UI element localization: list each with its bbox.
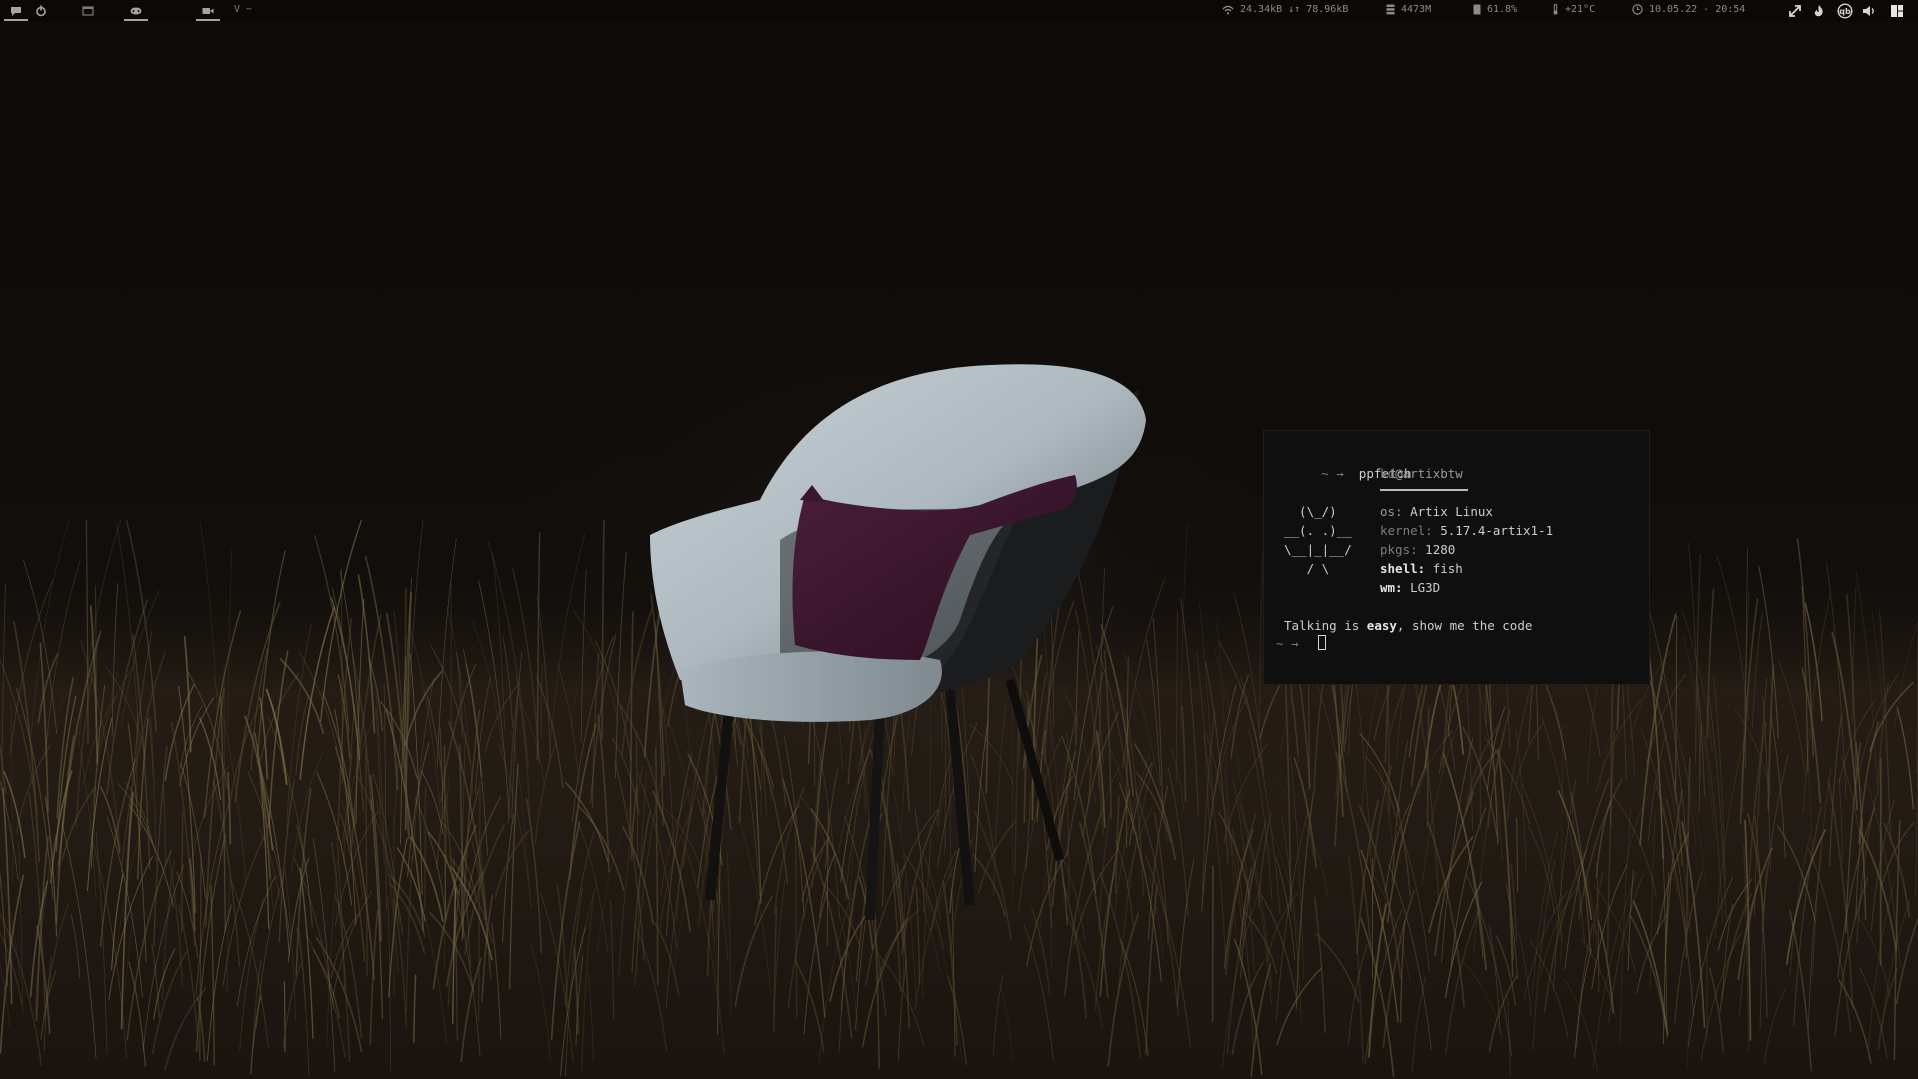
quote-emphasis: easy [1366, 618, 1397, 633]
workspace-active-indicator [124, 19, 148, 21]
clock-value: 10.05.22 - 20:54 [1649, 4, 1746, 15]
clock-icon [1632, 4, 1643, 15]
tray-flame[interactable] [1810, 2, 1828, 20]
wifi-icon [1222, 5, 1234, 14]
info-pkgs: pkgs: 1280 [1380, 540, 1455, 559]
info-key: pkgs: [1380, 542, 1418, 557]
prompt-line-2: ~ → [1276, 634, 1299, 653]
quote-pre: Talking is [1284, 618, 1367, 633]
info-value: fish [1432, 561, 1463, 576]
workspace-2[interactable] [30, 0, 52, 22]
game-icon [130, 7, 142, 15]
memory-widget[interactable]: 4473M [1386, 4, 1431, 15]
network-up: 78.96kB [1306, 4, 1349, 15]
quote-post: , show me the code [1396, 618, 1533, 633]
tray-qbittorrent[interactable]: qb [1836, 2, 1854, 20]
prompt-symbol: ~ → [1276, 636, 1299, 651]
ascii-line-2: __(. .)__ [1284, 523, 1352, 538]
info-value: Artix Linux [1410, 504, 1493, 519]
quote-line: Talking is easy, show me the code [1284, 616, 1532, 635]
info-key: os: [1380, 504, 1403, 519]
workspace-1[interactable] [4, 0, 28, 22]
prompt-symbol: ~ → [1321, 466, 1344, 481]
username: kd [1380, 466, 1396, 481]
info-wm: wm: LG3D [1380, 578, 1440, 597]
info-os: os: Artix Linux [1380, 502, 1493, 521]
tray-arrows[interactable] [1786, 2, 1804, 20]
disk-widget[interactable]: 61.8% [1473, 4, 1517, 15]
info-key: wm: [1380, 580, 1403, 595]
window-icon [82, 6, 94, 16]
disk-value: 61.8% [1487, 4, 1518, 15]
ascii-line-4: / \ [1284, 561, 1330, 576]
hostname: @artixbtw [1395, 466, 1463, 481]
workspace-4[interactable] [124, 0, 148, 22]
workspace-3[interactable] [78, 0, 98, 22]
arrows-icon [1789, 5, 1801, 17]
wallpaper-chair [650, 364, 1146, 920]
info-value: 1280 [1425, 542, 1456, 557]
disk-icon [1473, 4, 1481, 15]
temperature-widget[interactable]: +21°C [1552, 4, 1595, 15]
workspace-active-indicator [196, 19, 220, 21]
chat-icon [11, 7, 21, 16]
info-kernel: kernel: 5.17.4-artix1-1 [1380, 521, 1553, 540]
workspace-5[interactable] [196, 0, 220, 22]
network-arrows: ↓↑ [1288, 4, 1301, 15]
active-window-title: V ~ [234, 4, 253, 15]
desktop-wallpaper: V ~ 24.34kB ↓↑ 78.96kB 4473M 61.8% +21°C… [0, 0, 1918, 1079]
thermometer-icon [1553, 4, 1558, 15]
temperature-value: +21°C [1565, 4, 1596, 15]
tray-volume[interactable] [1860, 2, 1878, 20]
flame-icon [1814, 5, 1823, 17]
text-cursor[interactable] [1318, 635, 1326, 650]
power-icon [36, 5, 46, 17]
status-bar: V ~ 24.34kB ↓↑ 78.96kB 4473M 61.8% +21°C… [0, 0, 1918, 22]
memory-value: 4473M [1401, 4, 1432, 15]
info-value: 5.17.4-artix1-1 [1440, 523, 1554, 538]
info-key: kernel: [1380, 523, 1433, 538]
tray-layout[interactable] [1888, 2, 1906, 20]
info-key: shell: [1380, 561, 1426, 576]
info-value: LG3D [1410, 580, 1441, 595]
svg-text:qb: qb [1839, 7, 1851, 16]
volume-icon [1863, 6, 1874, 16]
layout-icon [1891, 5, 1903, 17]
network-down: 24.34kB [1240, 4, 1283, 15]
user-host: kd@artixbtw [1380, 464, 1463, 483]
video-icon [202, 8, 214, 14]
clock-widget[interactable]: 10.05.22 - 20:54 [1632, 4, 1745, 15]
ascii-line-3: \__|_|__/ [1284, 542, 1352, 557]
network-widget[interactable]: 24.34kB ↓↑ 78.96kB [1222, 4, 1348, 15]
terminal-window[interactable]: ~ → ppfetch kd@artixbtw (\_/) __(. .)__ … [1263, 430, 1650, 685]
workspace-active-indicator [4, 19, 28, 21]
memory-icon [1386, 4, 1395, 15]
user-host-underline [1380, 489, 1468, 491]
qbittorrent-icon: qb [1837, 3, 1853, 19]
ascii-line-1: (\_/) [1284, 504, 1337, 519]
info-shell: shell: fish [1380, 559, 1463, 578]
